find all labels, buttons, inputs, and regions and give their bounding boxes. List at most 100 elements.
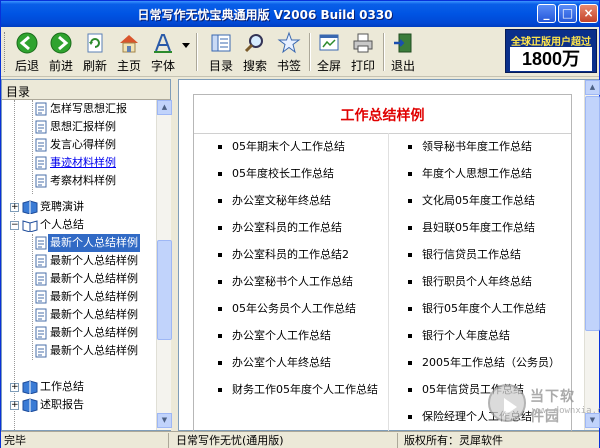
tree-folder-item[interactable]: 竞聘演讲 [22, 198, 86, 216]
app-window: 日常写作无忧宝典通用版 V2006 Build 0330 _ □ × 后退 前进 [0, 0, 600, 448]
tree-item[interactable]: 事迹材料样例 [34, 154, 118, 172]
bullet-icon [218, 334, 222, 338]
content-scroll-thumb[interactable] [585, 96, 600, 331]
document-icon [35, 102, 47, 116]
bullet-icon [218, 361, 222, 365]
article-link[interactable]: 银行职员个人年终总结 [408, 272, 571, 292]
forward-arrow-icon [50, 32, 72, 54]
tree-item[interactable]: 思想汇报样例 [34, 118, 118, 136]
toolbar-separator [309, 33, 311, 71]
article-link[interactable]: 财务工作05年度个人工作总结 [218, 380, 378, 400]
fullscreen-button[interactable]: 全屏 [313, 30, 345, 74]
search-button[interactable]: 搜索 [239, 30, 271, 74]
article-link[interactable]: 文化局05年度工作总结 [408, 191, 571, 211]
tree-item[interactable]: 最新个人总结样例 [34, 288, 140, 306]
book-icon [22, 200, 38, 214]
font-label: 字体 [150, 59, 175, 73]
bullet-icon [408, 415, 412, 419]
document-icon [35, 308, 47, 322]
contents-button[interactable]: 目录 [205, 30, 237, 74]
tree-expand-toggle[interactable]: + [10, 383, 19, 392]
bullet-icon [408, 253, 412, 257]
article-link[interactable]: 05年公务员个人工作总结 [218, 299, 393, 319]
title-bar: 日常写作无忧宝典通用版 V2006 Build 0330 _ □ × [1, 1, 599, 27]
bullet-icon [408, 307, 412, 311]
ad-banner-line2: 1800万 [510, 47, 592, 71]
toolbar-grip [4, 32, 7, 72]
tree-guide-line [14, 100, 15, 430]
article-link[interactable]: 05年度校长工作总结 [218, 164, 393, 184]
tree-expand-toggle[interactable]: + [10, 203, 19, 212]
bullet-icon [218, 253, 222, 257]
article-link[interactable]: 银行个人年度总结 [408, 326, 571, 346]
scroll-up-arrow-icon[interactable]: ▲ [157, 100, 172, 115]
bullet-icon [408, 145, 412, 149]
sidebar-scrollbar[interactable]: ▲ ▼ [156, 100, 172, 430]
tree-folder-item[interactable]: 述职报告 [22, 396, 86, 414]
home-label: 主页 [116, 59, 141, 73]
toolbar-separator [383, 33, 385, 71]
tree-item[interactable]: 最新个人总结样例 [34, 342, 140, 360]
article-link[interactable]: 办公室文秘年终总结 [218, 191, 393, 211]
article-link[interactable]: 办公室科员的工作总结2 [218, 245, 393, 265]
font-dropdown-arrow-icon[interactable] [182, 43, 190, 48]
back-button[interactable]: 后退 [11, 30, 43, 74]
tree-item[interactable]: 发言心得样例 [34, 136, 118, 154]
font-button[interactable]: 字体 [147, 30, 179, 74]
article-link[interactable]: 办公室个人年终总结 [218, 353, 393, 373]
article-link[interactable]: 05年期末个人工作总结 [218, 137, 393, 157]
refresh-icon [87, 33, 103, 53]
back-label: 后退 [14, 59, 39, 73]
bullet-icon [408, 334, 412, 338]
bookmark-button[interactable]: 书签 [273, 30, 305, 74]
document-icon [35, 254, 47, 268]
bullet-icon [218, 307, 222, 311]
exit-button[interactable]: 退出 [387, 30, 419, 74]
article-link[interactable]: 县妇联05年度工作总结 [408, 218, 571, 238]
close-button[interactable]: × [579, 4, 598, 23]
article-link[interactable]: 银行05年度个人工作总结 [408, 299, 571, 319]
refresh-label: 刷新 [82, 59, 107, 73]
article-link[interactable]: 年度个人思想工作总结 [408, 164, 571, 184]
tree-item[interactable]: 最新个人总结样例 [34, 306, 140, 324]
forward-label: 前进 [48, 59, 73, 73]
toolbar: 后退 前进 刷新 主页 字体 目录 搜索 书签 全屏 打印 退出 全球正版用户超… [1, 27, 599, 77]
tree-collapse-toggle[interactable]: − [10, 221, 19, 230]
home-button[interactable]: 主页 [113, 30, 145, 74]
play-icon [504, 398, 517, 416]
tree-item[interactable]: 怎样写思想汇报 [34, 100, 129, 118]
scroll-down-arrow-icon[interactable]: ▼ [157, 413, 172, 428]
search-icon [244, 34, 263, 53]
article-link[interactable]: 银行信贷员工作总结 [408, 245, 571, 265]
status-text: 完毕 [1, 433, 169, 448]
forward-button[interactable]: 前进 [45, 30, 77, 74]
document-icon [35, 120, 47, 134]
tree-item[interactable]: 考察材料样例 [34, 172, 118, 190]
scroll-up-arrow-icon[interactable]: ▲ [585, 80, 600, 95]
minimize-button[interactable]: _ [537, 4, 556, 23]
refresh-button[interactable]: 刷新 [79, 30, 111, 74]
bullet-icon [218, 280, 222, 284]
tree-item[interactable]: 最新个人总结样例 [34, 270, 140, 288]
article-link[interactable]: 办公室个人工作总结 [218, 326, 393, 346]
article-link[interactable]: 2005年工作总结（公务员） [408, 353, 571, 373]
article-link[interactable]: 领导秘书年度工作总结 [408, 137, 571, 157]
tree-folder-item[interactable]: 个人总结 [22, 216, 86, 234]
article-link[interactable]: 办公室秘书个人工作总结 [218, 272, 393, 292]
article-link[interactable]: 办公室科员的工作总结 [218, 218, 393, 238]
tree-folder-item[interactable]: 工作总结 [22, 378, 86, 396]
tree-item-selected[interactable]: 最新个人总结样例 [34, 234, 140, 252]
tree-expand-toggle[interactable]: + [10, 401, 19, 410]
bullet-icon [408, 361, 412, 365]
content-divider [194, 133, 571, 134]
ad-banner[interactable]: 全球正版用户超过 1800万 [505, 29, 597, 73]
tree-item[interactable]: 最新个人总结样例 [34, 324, 140, 342]
print-button[interactable]: 打印 [347, 30, 379, 74]
content-scrollbar[interactable]: ▲ ▼ [584, 80, 600, 430]
sidebar-scroll-thumb[interactable] [157, 240, 172, 340]
watermark: 当下软件园 www.downxia.com [488, 382, 600, 428]
maximize-button[interactable]: □ [558, 4, 577, 23]
tree-item[interactable]: 最新个人总结样例 [34, 252, 140, 270]
status-copyright: 版权所有：灵犀软件 [404, 434, 503, 447]
tree-guide-line [32, 100, 33, 194]
